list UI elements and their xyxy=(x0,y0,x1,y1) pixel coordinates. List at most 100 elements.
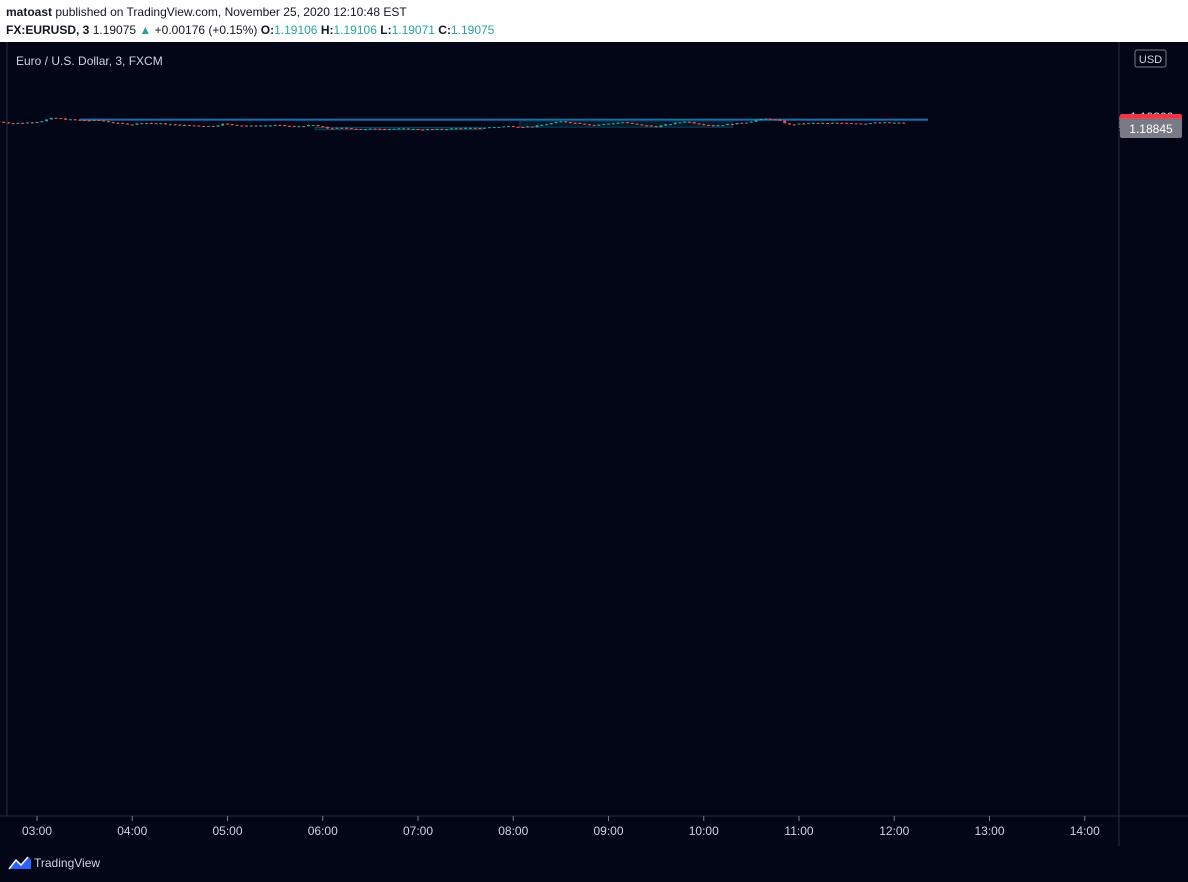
candle-body xyxy=(349,128,353,130)
x-tick-label: 04:00 xyxy=(117,824,147,838)
candle-body xyxy=(902,122,906,124)
currency-label[interactable]: USD xyxy=(1139,54,1162,66)
time-axis[interactable]: 03:00 04:00 05:00 06:00 07:00 08:00 09:00 10:00… xyxy=(22,816,1100,838)
candle-body xyxy=(11,123,15,125)
candle-body xyxy=(49,117,53,120)
candle-body xyxy=(440,128,444,130)
candle-body xyxy=(854,123,858,125)
candle-body xyxy=(892,122,896,124)
candle-body xyxy=(173,124,177,126)
candle-body xyxy=(21,122,25,124)
candle-body xyxy=(487,127,491,129)
candle-body xyxy=(516,126,520,128)
candle-body xyxy=(297,126,301,128)
candle-body xyxy=(54,117,58,119)
candle-body xyxy=(254,125,258,127)
candle-body xyxy=(306,125,310,127)
candle-body xyxy=(16,122,20,124)
footer-brand[interactable]: TradingView xyxy=(34,856,100,870)
candle-body xyxy=(145,123,149,125)
candle-body xyxy=(602,123,606,125)
chart-area[interactable]: 1.188001.189001.189501.190001.190501.191… xyxy=(0,42,1188,846)
candle-body xyxy=(154,123,158,125)
candle-body xyxy=(64,118,68,120)
candle-body xyxy=(659,125,663,128)
candle-body xyxy=(564,121,568,123)
candle-body xyxy=(716,125,720,127)
candle-body xyxy=(583,123,587,125)
candle-body xyxy=(211,125,215,127)
up-arrow-icon: ▲ xyxy=(139,23,152,37)
candle-body xyxy=(168,124,172,126)
candle-body xyxy=(621,122,625,124)
high-label: H: xyxy=(320,23,334,37)
candle-body xyxy=(816,122,820,124)
candle-body xyxy=(311,125,315,127)
candle-body xyxy=(187,125,191,127)
candle-body xyxy=(740,122,744,124)
candle-body xyxy=(397,128,401,130)
high-value: 1.19106 xyxy=(333,23,377,37)
candle-body xyxy=(711,125,715,127)
price-label-text: 1.18845 xyxy=(1129,122,1173,136)
x-tick-label: 13:00 xyxy=(974,824,1004,838)
candle-body xyxy=(40,121,44,123)
candle-body xyxy=(464,127,468,129)
candle-body xyxy=(592,124,596,126)
candle-body xyxy=(2,121,6,123)
candle-body xyxy=(140,123,144,125)
x-tick-label: 05:00 xyxy=(212,824,242,838)
candlestick-chart[interactable]: 1.188001.189001.189501.190001.190501.191… xyxy=(0,42,1188,846)
candle-body xyxy=(302,126,306,128)
candle-body xyxy=(383,129,387,131)
candle-body xyxy=(478,127,482,129)
candle-body xyxy=(245,125,249,127)
candle-body xyxy=(249,125,253,127)
candle-body xyxy=(635,123,639,125)
candle-body xyxy=(821,123,825,125)
candle-body xyxy=(707,124,711,126)
candle-body xyxy=(849,123,853,125)
publisher-name[interactable]: matoast xyxy=(6,5,52,19)
candle-body xyxy=(535,125,539,128)
candle-body xyxy=(159,123,163,125)
candle-body xyxy=(768,118,772,120)
candle-body xyxy=(111,122,115,124)
candle-body xyxy=(830,122,834,124)
candle-body xyxy=(230,124,234,126)
candle-body xyxy=(726,123,730,126)
candle-body xyxy=(859,123,863,125)
tradingview-logo-icon[interactable] xyxy=(8,855,32,871)
candle-body xyxy=(121,122,125,124)
candle-body xyxy=(354,128,358,130)
candle-body xyxy=(106,121,110,123)
candle-body xyxy=(83,120,87,122)
candle-body xyxy=(845,122,849,124)
candle-body xyxy=(807,123,811,125)
quote-line: FX:EURUSD, 3 1.19075 ▲ +0.00176 (+0.15%)… xyxy=(6,23,494,37)
candle-body xyxy=(697,123,701,125)
open-label: O: xyxy=(260,23,275,37)
candle-body xyxy=(878,122,882,124)
candle-body xyxy=(330,128,334,130)
x-tick-label: 07:00 xyxy=(403,824,433,838)
candle-body xyxy=(368,128,372,130)
candle-body xyxy=(611,123,615,125)
candle-body xyxy=(197,125,201,127)
candle-body xyxy=(483,127,487,129)
candle-body xyxy=(835,122,839,124)
candle-body xyxy=(192,125,196,127)
candle-body xyxy=(692,122,696,124)
candle-body xyxy=(578,122,582,124)
candle-body xyxy=(735,122,739,125)
x-tick-label: 12:00 xyxy=(879,824,909,838)
resistance-zone[interactable] xyxy=(79,118,929,121)
x-tick-label: 08:00 xyxy=(498,824,528,838)
price-labels: 1.1907501:151.189371.189121.188661.18845 xyxy=(1120,113,1182,139)
footer: TradingView xyxy=(0,846,1188,882)
candle-body xyxy=(411,129,415,131)
price-change: +0.00176 (+0.15%) xyxy=(154,23,258,37)
candle-body xyxy=(116,122,120,124)
candle-body xyxy=(687,121,691,123)
candle-body xyxy=(506,126,510,128)
